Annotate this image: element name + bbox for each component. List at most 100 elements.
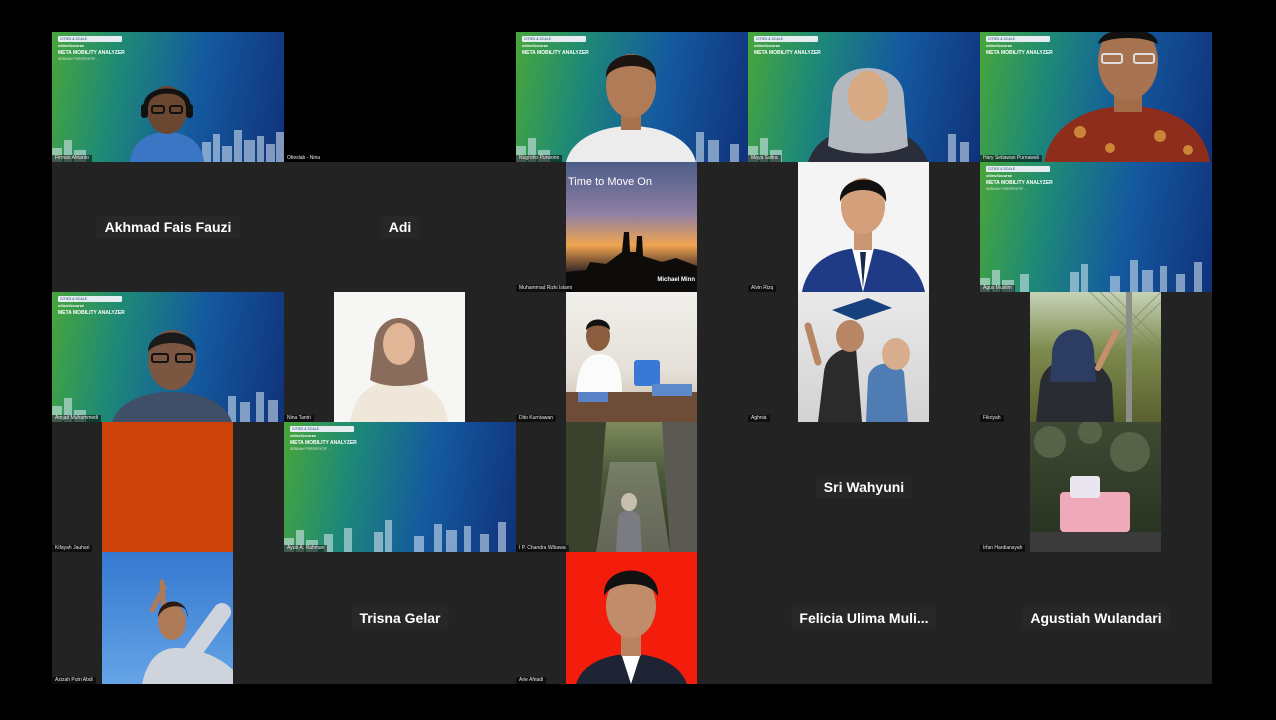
profile-photo: [102, 422, 233, 552]
participant-name: Firman Afrianto: [52, 155, 92, 162]
video-feed: CITIES & SCALE citiesXcourse META MOBILI…: [980, 32, 1212, 162]
video-feed: CITIES & SCALE citiesXcourse META MOBILI…: [748, 32, 980, 162]
participant-name: Ayub A. Rahman: [284, 545, 328, 552]
participant-name: Fikriyah: [980, 415, 1004, 422]
profile-photo: [102, 552, 233, 684]
participant-person: [566, 54, 696, 162]
profile-photo: [566, 422, 697, 552]
participant-scene: [804, 298, 910, 422]
participant-scene: [1036, 292, 1161, 422]
conference-title: META MOBILITY ANALYZER: [986, 180, 1053, 186]
participant-tile-amjad-muhammedi[interactable]: CITIES & SCALE citiesXcourse META MOBILI…: [52, 292, 284, 422]
participant-tile-alvin-rizq[interactable]: Alvin Rizq: [748, 162, 980, 292]
conference-series: citiesXcourse: [986, 173, 1013, 178]
conference-title: META MOBILITY ANALYZER: [58, 310, 125, 316]
participant-name: Maya Safira: [748, 155, 781, 162]
participant-person: [576, 570, 687, 684]
conference-header: CITIES & SCALE citiesXcourse META MOBILI…: [986, 166, 1053, 191]
participant-person: [808, 68, 928, 162]
participant-name: Alvin Rizq: [748, 285, 777, 292]
conference-logo: CITIES & SCALE: [986, 166, 1050, 172]
participant-display-name: Trisna Gelar: [359, 610, 441, 626]
video-feed: CITIES & SCALE citiesXcourse META MOBILI…: [516, 32, 748, 162]
participant-person: [1044, 32, 1210, 162]
participant-tile-fikriyah[interactable]: Fikriyah: [980, 292, 1212, 422]
participant-name: I P. Chandra Wibawa: [516, 545, 569, 552]
video-feed: CITIES & SCALE citiesXcourse META MOBILI…: [980, 162, 1212, 292]
participant-tile-trisna-gelar[interactable]: Trisna Gelar: [284, 552, 516, 684]
conference-header: CITIES & SCALE citiesXcourse META MOBILI…: [290, 426, 357, 451]
profile-photo: [798, 162, 929, 292]
city-skyline-graphic: [980, 260, 1202, 292]
participant-tile-agus-muslim[interactable]: CITIES & SCALE citiesXcourse META MOBILI…: [980, 162, 1212, 292]
photo-credit: Michael Minn: [657, 277, 695, 283]
participant-name: Agus Muslim: [980, 285, 1015, 292]
conference-tagline: SEBUAH PERSPEKTIF ...: [58, 57, 100, 61]
conference-series: citiesXcourse: [58, 303, 85, 308]
participant-person: [350, 318, 448, 422]
participant-name: Azizah Putri Abdi: [52, 677, 96, 684]
participant-tile-felicia-ulima[interactable]: Felicia Ulima Muli...: [748, 552, 980, 684]
participant-tile-nugroho-purwono[interactable]: CITIES & SCALE citiesXcourse META MOBILI…: [516, 32, 748, 162]
participant-tile-akhmad-fais-fauzi[interactable]: Akhmad Fais Fauzi: [52, 162, 284, 292]
participant-display-name: Agustiah Wulandari: [1030, 610, 1162, 626]
participant-tile-sri-wahyuni[interactable]: Sri Wahyuni: [748, 422, 980, 552]
participant-tile-ayub-a-rahman[interactable]: CITIES & SCALE citiesXcourse META MOBILI…: [284, 422, 516, 552]
participant-tile-agustiah-wulandari[interactable]: Agustiah Wulandari: [980, 552, 1212, 684]
conference-header: CITIES & SCALE citiesXcourse META MOBILI…: [58, 36, 125, 61]
conference-series: citiesXcourse: [290, 433, 317, 438]
participant-person: [142, 579, 233, 684]
participant-display-name: Sri Wahyuni: [823, 479, 905, 495]
participant-tile-firman-afrianto[interactable]: CITIES & SCALE citiesXcourse META MOBILI…: [52, 32, 284, 162]
video-feed-off: [284, 32, 516, 162]
conference-logo: CITIES & SCALE: [754, 36, 818, 42]
participant-tile-otieslab-nina[interactable]: Otieslab - Nina: [284, 32, 516, 162]
participant-name: Otieslab - Nina: [284, 155, 324, 162]
participant-display-name: Felicia Ulima Muli...: [799, 610, 929, 626]
participant-name: Irfan Hardiansyah: [980, 545, 1026, 552]
conference-logo: CITIES & SCALE: [290, 426, 354, 432]
participant-scene: [566, 422, 697, 552]
video-feed: CITIES & SCALE citiesXcourse META MOBILI…: [52, 292, 284, 422]
conference-logo: CITIES & SCALE: [58, 36, 122, 42]
participant-tile-i-p-chandra-wibawa[interactable]: I P. Chandra Wibawa: [516, 422, 748, 552]
participant-name: Nugroho Purwono: [516, 155, 563, 162]
participant-tile-adi[interactable]: Adi: [284, 162, 516, 292]
participant-display-name: Akhmad Fais Fauzi: [104, 219, 232, 235]
profile-photo: [566, 292, 697, 422]
participant-scene: [1030, 422, 1161, 552]
conference-series: citiesXcourse: [58, 43, 85, 48]
profile-photo: [334, 292, 465, 422]
conference-series: citiesXcourse: [754, 43, 781, 48]
participant-tile-irfan-hardiansyah[interactable]: Irfan Hardiansyah: [980, 422, 1212, 552]
profile-photo: Time to Move On Michael Minn: [566, 162, 697, 292]
conference-title: META MOBILITY ANALYZER: [58, 50, 125, 56]
participant-person: [802, 178, 925, 292]
participant-tile-muhammad-rizki-islami[interactable]: Time to Move On Michael Minn Muhammad Ri…: [516, 162, 748, 292]
video-feed: CITIES & SCALE citiesXcourse META MOBILI…: [52, 32, 284, 162]
conference-header: CITIES & SCALE citiesXcourse META MOBILI…: [58, 296, 125, 316]
participant-tile-nina-tantri[interactable]: Nina Tantri: [284, 292, 516, 422]
video-gallery: CITIES & SCALE citiesXcourse META MOBILI…: [52, 32, 1212, 684]
participant-name: Hary Setiawan Purnawali: [980, 155, 1042, 162]
participant-tile-dito-kurniawan[interactable]: Dito Kurniawan: [516, 292, 748, 422]
participant-tile-aghnia[interactable]: Aghnia: [748, 292, 980, 422]
participant-name: Nina Tantri: [284, 415, 314, 422]
participant-tile-maya-safira[interactable]: CITIES & SCALE citiesXcourse META MOBILI…: [748, 32, 980, 162]
participant-name: Kifayah Jauhari: [52, 545, 93, 552]
photo-caption: Time to Move On: [568, 176, 652, 188]
conference-title: META MOBILITY ANALYZER: [290, 440, 357, 446]
participant-scene: [566, 319, 697, 422]
participant-tile-arie-afriadi[interactable]: Arie Afriadi: [516, 552, 748, 684]
participant-person: [130, 86, 204, 162]
participant-name: Amjad Muhammedi: [52, 415, 102, 422]
participant-display-name: Adi: [388, 219, 412, 235]
participant-tile-azizah-putri-abdi[interactable]: Azizah Putri Abdi: [52, 552, 284, 684]
conference-tagline: SEBUAH PERSPEKTIF ...: [290, 447, 332, 451]
conference-logo: CITIES & SCALE: [58, 296, 122, 302]
conference-tagline: SEBUAH PERSPEKTIF ...: [986, 187, 1028, 191]
participant-tile-kifayah-jauhari[interactable]: Kifayah Jauhari: [52, 422, 284, 552]
participant-tile-hary-setiawan-purnawali[interactable]: CITIES & SCALE citiesXcourse META MOBILI…: [980, 32, 1212, 162]
participant-name: Aghnia: [748, 415, 770, 422]
profile-photo: [1030, 292, 1161, 422]
